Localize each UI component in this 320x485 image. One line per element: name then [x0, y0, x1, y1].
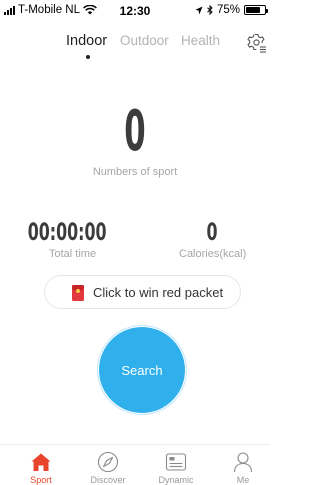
- search-button-label: Search: [121, 362, 163, 378]
- nav-item-discover[interactable]: Discover: [81, 451, 135, 485]
- sport-count-label: Numbers of sport: [92, 166, 178, 178]
- bluetooth-icon: [207, 5, 213, 15]
- nav-label-sport: Sport: [30, 475, 52, 485]
- total-time-label: Total time: [49, 248, 97, 260]
- person-icon: [233, 452, 253, 473]
- total-time-value: 00:00:00: [27, 218, 107, 246]
- search-button[interactable]: Search: [99, 327, 185, 413]
- red-packet-icon: [72, 285, 84, 301]
- compass-icon: [97, 451, 119, 473]
- sport-count: 0: [124, 99, 146, 164]
- tab-health[interactable]: Health: [181, 33, 220, 48]
- nav-item-me[interactable]: Me: [216, 451, 270, 485]
- calories-label: Calories(kcal): [179, 248, 247, 260]
- nav-item-sport[interactable]: Sport: [14, 451, 68, 485]
- status-bar: T-Mobile NL 12:30 75%: [0, 0, 270, 22]
- settings-icon[interactable]: [247, 33, 267, 53]
- home-icon: [31, 453, 51, 471]
- sport-mode-tabs: Indoor Outdoor Health: [0, 33, 270, 59]
- calories-value: 0: [206, 218, 218, 246]
- search-button-ring: Search: [97, 325, 187, 415]
- tab-outdoor[interactable]: Outdoor: [120, 33, 169, 48]
- active-tab-indicator: [86, 55, 90, 59]
- location-arrow-icon: [195, 6, 203, 14]
- feed-icon: [165, 453, 187, 471]
- nav-label-me: Me: [236, 475, 250, 485]
- battery-percent: 75%: [216, 4, 240, 16]
- nav-item-dynamic[interactable]: Dynamic: [149, 451, 203, 485]
- status-right: 75%: [195, 4, 268, 16]
- red-packet-label: Click to win red packet: [93, 285, 224, 300]
- red-packet-button[interactable]: Click to win red packet: [44, 275, 241, 309]
- tab-indoor[interactable]: Indoor: [66, 33, 107, 49]
- nav-label-dynamic: Dynamic: [158, 475, 194, 485]
- battery-icon: [244, 5, 268, 15]
- bottom-nav: Sport Discover Dynamic Me: [0, 444, 270, 485]
- battery-fill: [246, 7, 260, 13]
- nav-label-discover: Discover: [90, 475, 126, 485]
